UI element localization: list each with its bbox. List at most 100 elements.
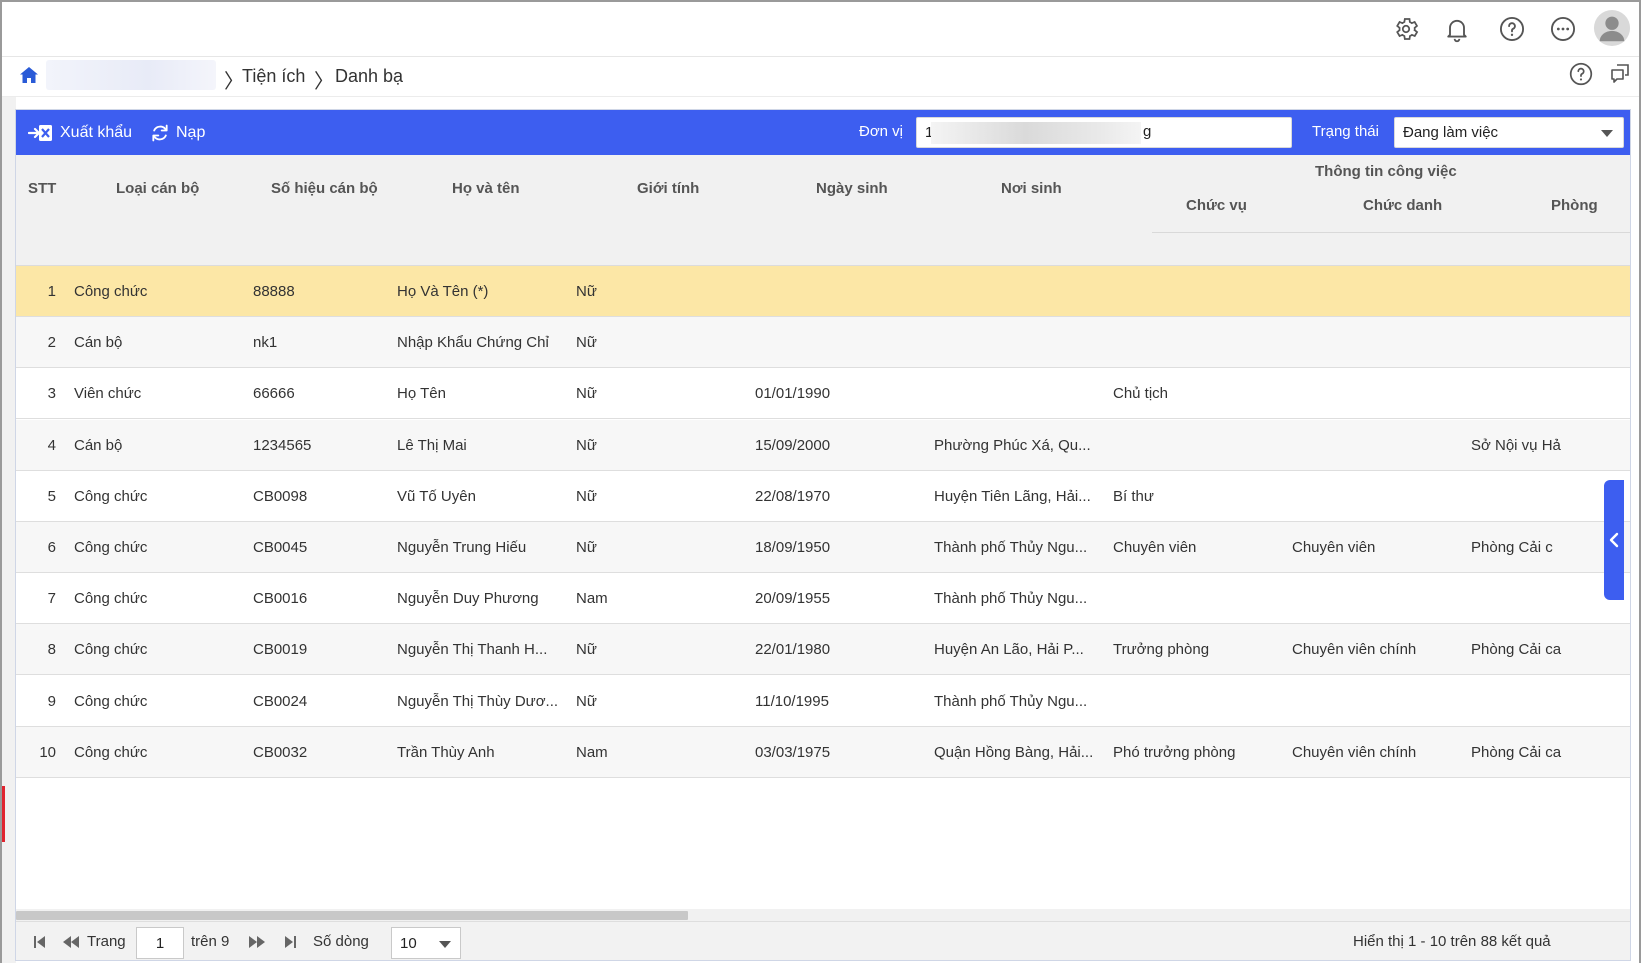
status-select[interactable]: Đang làm việc xyxy=(1394,117,1624,148)
table-row[interactable]: 6 Công chức CB0045 Nguyễn Trung Hiếu Nữ 18/09… xyxy=(16,522,1630,573)
previous-page-icon[interactable] xyxy=(62,934,80,950)
rows-per-page-label: Số dòng xyxy=(313,933,369,950)
cell-name: Trần Thùy Anh xyxy=(397,744,495,761)
cell-type: Công chức xyxy=(74,488,148,505)
cell-gender: Nữ xyxy=(576,641,597,658)
side-panel-toggle[interactable] xyxy=(1604,480,1624,600)
header-dob[interactable]: Ngày sinh xyxy=(816,180,888,197)
cell-code: CB0016 xyxy=(253,590,308,607)
horizontal-scrollbar-thumb[interactable] xyxy=(16,911,688,920)
table-row[interactable]: 3 Viên chức 66666 Họ Tên Nữ 01/01/1990 Chủ tịc… xyxy=(16,368,1630,419)
cell-type: Công chức xyxy=(74,641,148,658)
help-icon[interactable] xyxy=(1497,14,1527,44)
cell-birthplace: Quận Hồng Bàng, Hải... xyxy=(934,744,1094,761)
cell-department: Sở Nội vụ Hả xyxy=(1471,437,1561,454)
cell-type: Công chức xyxy=(74,744,148,761)
cell-gender: Nữ xyxy=(576,488,597,505)
header-birthplace[interactable]: Nơi sinh xyxy=(1001,180,1062,197)
last-page-icon[interactable] xyxy=(282,934,298,950)
cell-code: nk1 xyxy=(253,334,278,351)
header-name[interactable]: Họ và tên xyxy=(452,180,520,197)
table-row[interactable]: 4 Cán bộ 1234565 Lê Thị Mai Nữ 15/09/2000 Phườ… xyxy=(16,420,1630,471)
table-row[interactable]: 5 Công chức CB0098 Vũ Tố Uyên Nữ 22/08/1970 Hu… xyxy=(16,471,1630,522)
cell-position: Trưởng phòng xyxy=(1113,641,1210,658)
results-summary: Hiển thị 1 - 10 trên 88 kết quả xyxy=(1353,933,1551,950)
cell-stt: 10 xyxy=(39,744,56,761)
export-button[interactable]: Xuất khẩu xyxy=(28,122,132,144)
cell-birthplace: Huyện Tiên Lãng, Hải... xyxy=(934,488,1091,505)
cell-name: Vũ Tố Uyên xyxy=(397,488,476,505)
next-page-icon[interactable] xyxy=(248,934,266,950)
more-icon[interactable] xyxy=(1548,14,1578,44)
table-row[interactable]: 7 Công chức CB0016 Nguyễn Duy Phương Nam 20/0… xyxy=(16,573,1630,624)
directory-panel: Xuất khẩu Nạp Đơn vị 1 g Trạng thái Đang… xyxy=(15,109,1631,961)
header-department[interactable]: Phòng xyxy=(1551,197,1598,214)
breadcrumb: 〉 Tiện ích 〉 Danh bạ xyxy=(2,57,1639,97)
reload-button-label: Nạp xyxy=(176,124,206,141)
toolbar: Xuất khẩu Nạp Đơn vị 1 g Trạng thái Đang… xyxy=(16,110,1630,155)
cell-position: Chuyên viên xyxy=(1113,539,1197,556)
cell-gender: Nữ xyxy=(576,693,597,710)
cell-stt: 2 xyxy=(47,334,56,351)
cell-name: Họ Và Tên (*) xyxy=(397,283,489,300)
cell-position: Bí thư xyxy=(1113,488,1154,505)
cell-dob: 11/10/1995 xyxy=(755,693,829,710)
cell-name: Nguyễn Thị Thanh H... xyxy=(397,641,548,658)
cell-gender: Nam xyxy=(576,590,608,607)
table-row[interactable]: 10 Công chức CB0032 Trần Thùy Anh Nam 03/03/1… xyxy=(16,727,1630,778)
reload-button[interactable]: Nạp xyxy=(150,122,205,144)
unit-select-value-tail: g xyxy=(1143,123,1152,140)
page-label: Trang xyxy=(87,933,126,950)
export-button-label: Xuất khẩu xyxy=(60,124,133,141)
cell-dob: 15/09/2000 xyxy=(755,437,831,454)
unit-value-redacted xyxy=(931,122,1141,144)
unit-select[interactable]: 1 g xyxy=(916,117,1292,148)
header-type[interactable]: Loại cán bộ xyxy=(116,180,199,197)
cell-type: Cán bộ xyxy=(74,437,123,454)
table-row[interactable]: 9 Công chức CB0024 Nguyễn Thị Thùy Dươ... Nữ… xyxy=(16,676,1630,727)
cell-code: CB0045 xyxy=(253,539,308,556)
cell-stt: 5 xyxy=(47,488,56,505)
cell-title: Chuyên viên chính xyxy=(1292,641,1417,658)
header-gender[interactable]: Giới tính xyxy=(637,180,699,197)
chevron-down-icon xyxy=(1601,130,1613,137)
home-icon[interactable] xyxy=(17,63,43,89)
feedback-icon[interactable] xyxy=(1608,61,1636,89)
table-row[interactable]: 2 Cán bộ nk1 Nhập Khẩu Chứng Chỉ Nữ xyxy=(16,317,1630,368)
gear-icon[interactable] xyxy=(1391,14,1421,44)
cell-code: 1234565 xyxy=(253,437,312,454)
cell-code: CB0098 xyxy=(253,488,308,505)
page-help-icon[interactable] xyxy=(1568,61,1596,89)
table-row[interactable]: 8 Công chức CB0019 Nguyễn Thị Thanh H... Nữ 2… xyxy=(16,624,1630,675)
export-excel-icon xyxy=(28,125,52,141)
page-number-input[interactable]: 1 xyxy=(136,927,184,959)
header-position[interactable]: Chức vụ xyxy=(1186,197,1247,214)
cell-name: Nguyễn Trung Hiếu xyxy=(397,539,527,556)
cell-title: Chuyên viên chính xyxy=(1292,744,1417,761)
header-code[interactable]: Số hiệu cán bộ xyxy=(271,180,378,197)
page-total-label: trên 9 xyxy=(191,933,230,950)
cell-name: Nguyễn Thị Thùy Dươ... xyxy=(397,693,559,710)
first-page-icon[interactable] xyxy=(32,934,48,950)
breadcrumb-item-tien-ich[interactable]: Tiện ích xyxy=(242,66,305,87)
cell-stt: 8 xyxy=(47,641,56,658)
cell-stt: 3 xyxy=(47,385,56,402)
header-stt[interactable]: STT xyxy=(28,180,56,197)
cell-type: Cán bộ xyxy=(74,334,123,351)
cell-gender: Nam xyxy=(576,744,608,761)
cell-birthplace: Thành phố Thủy Ngu... xyxy=(934,693,1088,710)
table-row[interactable]: 1 Công chức 88888 Họ Và Tên (*) Nữ xyxy=(16,266,1630,317)
chevron-left-icon xyxy=(1609,532,1619,548)
chevron-down-icon xyxy=(439,941,451,948)
header-title[interactable]: Chức danh xyxy=(1363,197,1442,214)
breadcrumb-item-danh-ba: Danh bạ xyxy=(335,66,404,86)
cell-dob: 01/01/1990 xyxy=(755,385,831,402)
pagination-bar: Trang 1 trên 9 Số dòng 10 Hiển thị 1 - 1… xyxy=(16,921,1630,960)
top-app-bar xyxy=(2,2,1639,57)
bell-icon[interactable] xyxy=(1442,14,1472,44)
rows-per-page-select[interactable]: 10 xyxy=(391,927,461,959)
horizontal-scrollbar[interactable] xyxy=(16,909,1630,921)
cell-dob: 18/09/1950 xyxy=(755,539,831,556)
avatar[interactable] xyxy=(1593,9,1631,47)
cell-gender: Nữ xyxy=(576,283,597,300)
